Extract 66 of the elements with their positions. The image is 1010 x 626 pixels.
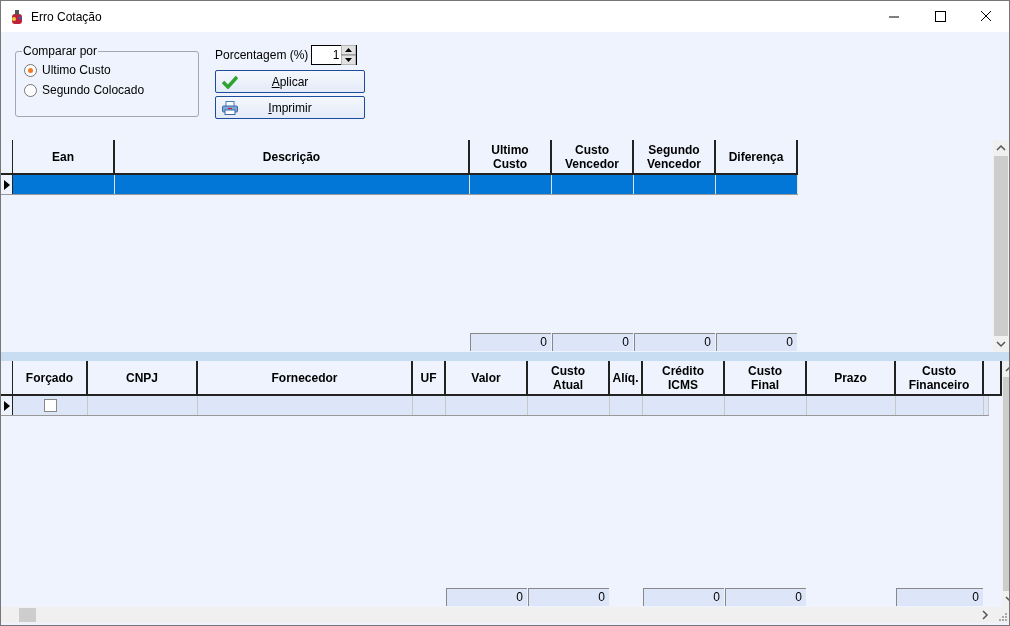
table-cell[interactable] — [896, 396, 984, 415]
column-header[interactable]: CNPJ — [126, 370, 158, 385]
percentage-label: Porcentagem (%) — [215, 47, 309, 62]
table-cell[interactable] — [984, 396, 989, 415]
column-header[interactable]: Custo Financeiro — [904, 363, 974, 392]
column-header[interactable]: UF — [420, 370, 437, 385]
total-field: 0 — [716, 333, 797, 351]
table-cell[interactable] — [446, 396, 528, 415]
column-header[interactable]: Descrição — [262, 149, 321, 164]
radio-label: Segundo Colocado — [42, 83, 145, 97]
total-field: 0 — [528, 588, 609, 606]
table-cell[interactable] — [13, 175, 115, 194]
table-cell[interactable] — [807, 396, 896, 415]
current-row-icon — [3, 179, 10, 190]
radio-option[interactable]: Ultimo Custo — [24, 60, 190, 80]
table-cell[interactable] — [413, 396, 446, 415]
printer-icon — [222, 100, 238, 115]
table-cell[interactable] — [470, 175, 552, 194]
scroll-thumb[interactable] — [19, 608, 36, 622]
current-row-icon — [3, 400, 10, 411]
horizontal-scrollbar[interactable] — [1, 607, 1009, 623]
radio-button[interactable] — [24, 63, 37, 77]
table-cell[interactable] — [552, 175, 634, 194]
column-header[interactable]: Fornecedor — [271, 370, 338, 385]
vertical-scrollbar[interactable] — [993, 140, 1009, 352]
column-header[interactable]: Ultimo Custo — [478, 142, 542, 171]
total-field: 0 — [470, 333, 551, 351]
window-title: Erro Cotação — [31, 9, 103, 24]
table-cell[interactable] — [13, 396, 88, 415]
column-header[interactable]: Custo Atual — [536, 363, 600, 392]
total-field: 0 — [446, 588, 527, 606]
radio-option[interactable]: Segundo Colocado — [24, 80, 190, 100]
checkmark-icon — [222, 74, 238, 89]
column-header[interactable]: Custo Vencedor — [560, 142, 624, 171]
percentage-spinner[interactable]: 1 — [311, 44, 358, 65]
total-field: 0 — [643, 588, 724, 606]
total-field: 0 — [725, 588, 806, 606]
column-header[interactable]: Alíq. — [612, 370, 639, 385]
apply-button[interactable]: Aplicar — [215, 70, 365, 93]
column-header[interactable]: Valor — [471, 370, 501, 385]
app-icon — [9, 8, 25, 25]
table-cell[interactable] — [725, 396, 807, 415]
checkbox[interactable] — [43, 399, 57, 412]
radio-button[interactable] — [24, 83, 37, 97]
column-header[interactable]: Ean — [52, 149, 74, 164]
table-cell[interactable] — [198, 396, 413, 415]
total-field: 0 — [634, 333, 715, 351]
table-cell[interactable] — [115, 175, 470, 194]
radio-label: Ultimo Custo — [42, 63, 111, 77]
column-header[interactable]: Prazo — [834, 370, 867, 385]
column-header[interactable]: Custo Final — [733, 363, 797, 392]
table-cell[interactable] — [643, 396, 725, 415]
column-header[interactable]: Segundo Vencedor — [642, 142, 706, 171]
table-cell[interactable] — [716, 175, 798, 194]
table-cell[interactable] — [88, 396, 198, 415]
group-legend: Comparar por — [22, 44, 99, 58]
table-cell[interactable] — [610, 396, 643, 415]
column-header[interactable]: Diferença — [728, 149, 784, 164]
total-field: 0 — [552, 333, 633, 351]
spin-arrows-icon[interactable] — [341, 44, 357, 65]
column-header[interactable]: Crédito ICMS — [651, 363, 715, 392]
table-cell[interactable] — [528, 396, 610, 415]
total-field: 0 — [896, 588, 983, 606]
column-header[interactable]: Forçado — [25, 370, 74, 385]
print-button[interactable]: Imprimir — [215, 96, 365, 119]
table-cell[interactable] — [634, 175, 716, 194]
